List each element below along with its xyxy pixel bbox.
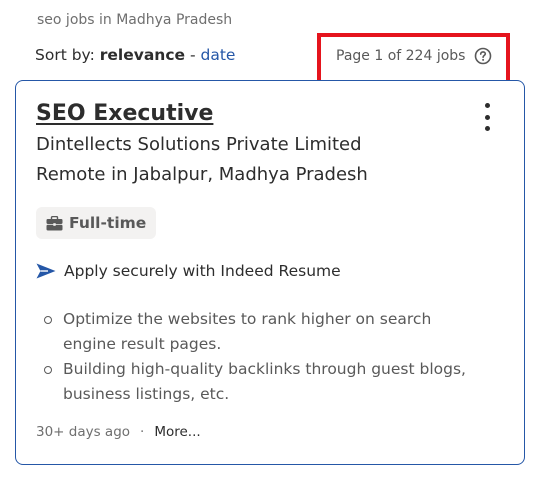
apply-note: Apply securely with Indeed Resume <box>36 262 341 280</box>
sort-label: Sort by: <box>35 46 95 64</box>
apply-note-text: Apply securely with Indeed Resume <box>64 262 341 280</box>
sort-option-relevance: relevance <box>99 46 186 64</box>
briefcase-icon <box>46 215 63 231</box>
send-arrow-icon <box>36 263 56 279</box>
sort-separator: - <box>189 46 196 64</box>
job-location: Remote in Jabalpur, Madhya Pradesh <box>36 164 368 185</box>
question-circle-icon[interactable] <box>474 47 492 65</box>
posted-date: 30+ days ago <box>36 424 131 440</box>
menu-dot <box>484 126 490 131</box>
menu-dot <box>484 114 490 120</box>
snippet-item: Building high-quality backlinks through … <box>36 357 476 407</box>
job-title-link[interactable]: SEO Executive <box>36 101 213 126</box>
job-type-label: Full-time <box>69 214 147 232</box>
job-snippet: Optimize the websites to rank higher on … <box>36 307 476 407</box>
sort-option-date[interactable]: date <box>201 46 236 64</box>
company-name: Dintellects Solutions Private Limited <box>36 134 362 155</box>
job-type-badge: Full-time <box>36 207 157 239</box>
more-link[interactable]: More... <box>154 424 200 440</box>
footer-separator: · <box>140 424 145 440</box>
page-count: Page 1 of 224 jobs <box>336 47 492 65</box>
snippet-item: Optimize the websites to rank higher on … <box>36 307 476 357</box>
page-count-text: Page 1 of 224 jobs <box>336 48 466 64</box>
more-options-icon[interactable] <box>478 103 496 131</box>
sort-controls: Sort by: relevance - date <box>35 46 235 64</box>
search-heading: seo jobs in Madhya Pradesh <box>37 12 233 28</box>
job-card[interactable]: SEO Executive Dintellects Solutions Priv… <box>15 80 525 465</box>
card-footer: 30+ days ago · More... <box>36 424 201 440</box>
menu-dot <box>484 103 490 108</box>
